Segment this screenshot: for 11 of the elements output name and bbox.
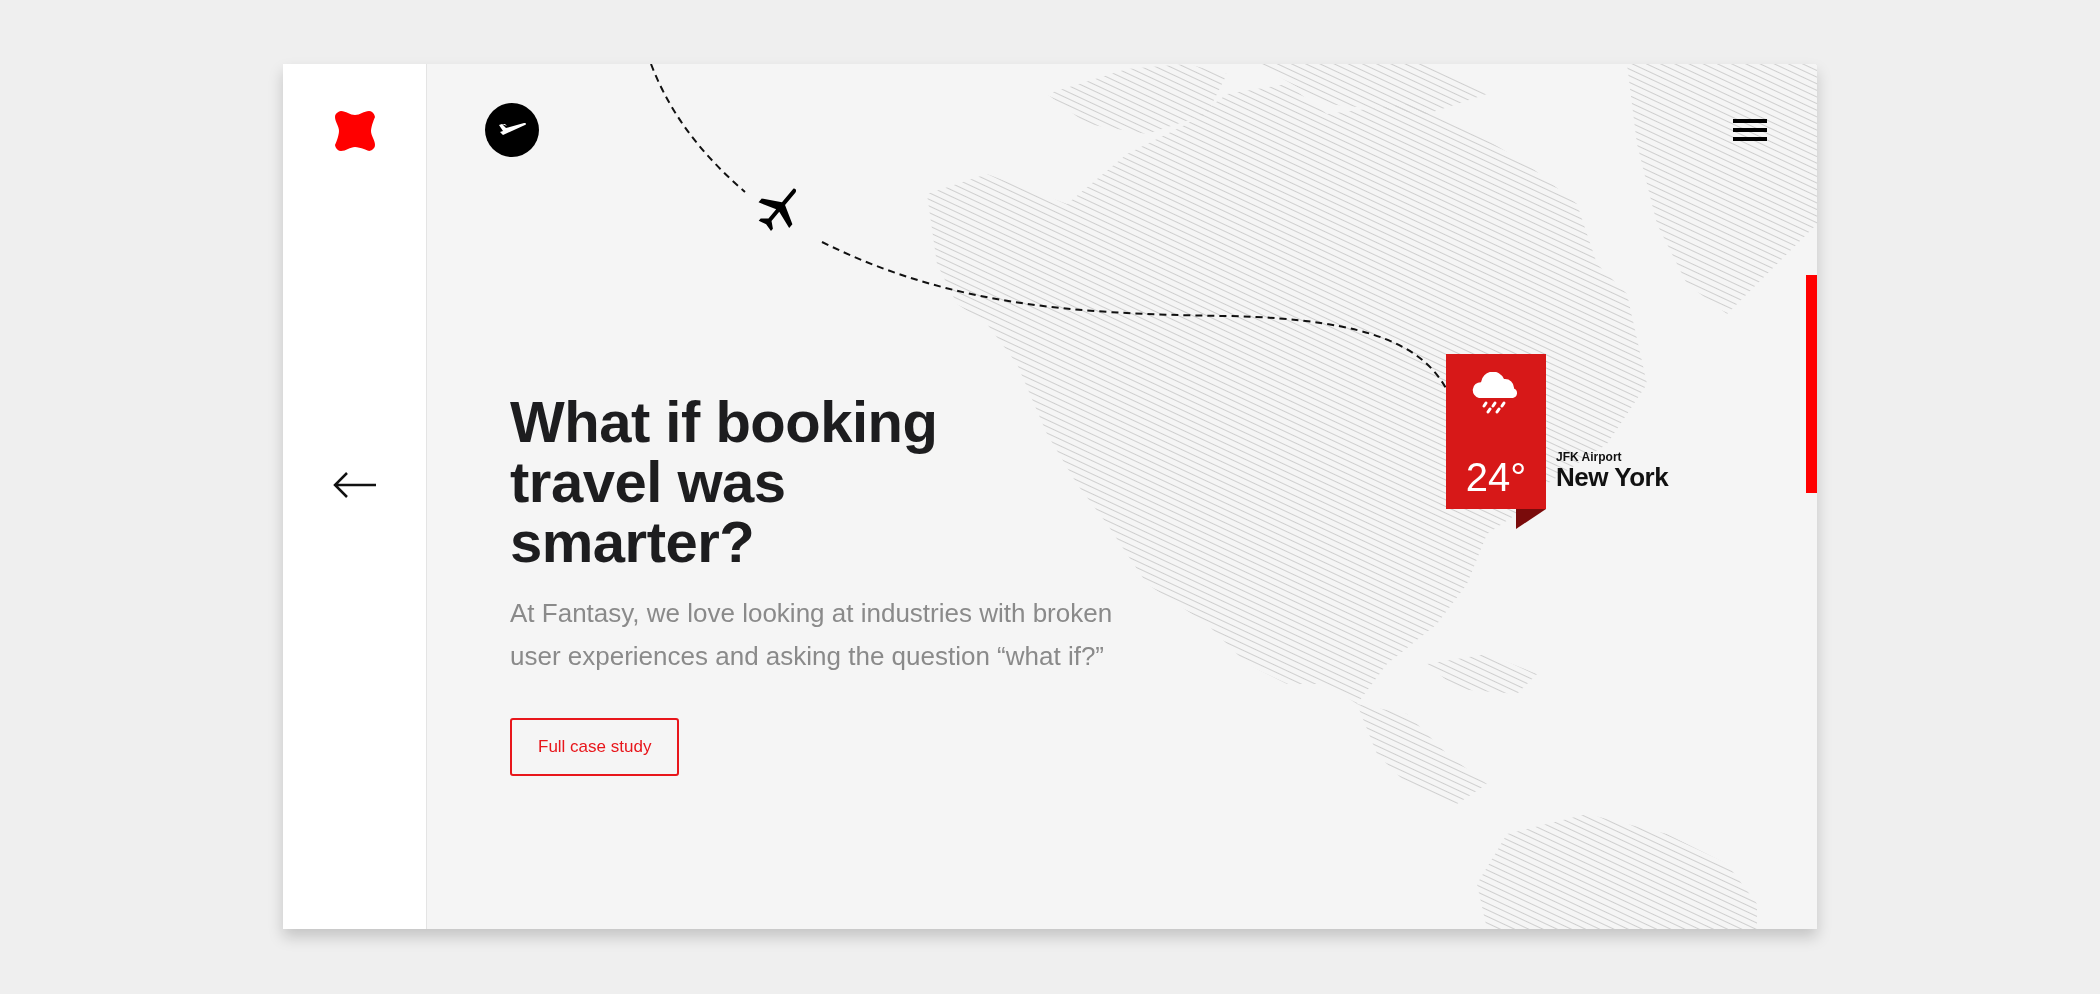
hero-heading: What if booking travel was smarter? <box>510 392 939 572</box>
case-study-button[interactable]: Full case study <box>510 718 680 776</box>
logo-icon[interactable] <box>332 109 377 153</box>
airport-name: JFK Airport <box>1556 449 1623 464</box>
departure-plane-icon[interactable] <box>485 103 539 157</box>
menu-icon[interactable] <box>1733 118 1767 142</box>
flag-fold <box>1516 509 1546 529</box>
back-arrow-icon[interactable] <box>331 471 378 499</box>
hero-description: At Fantasy, we love looking at industries with broken user experiences and asking the question “what if?” <box>510 597 1114 673</box>
temperature: 24° <box>1465 457 1527 497</box>
city-name: New York <box>1556 463 1669 491</box>
